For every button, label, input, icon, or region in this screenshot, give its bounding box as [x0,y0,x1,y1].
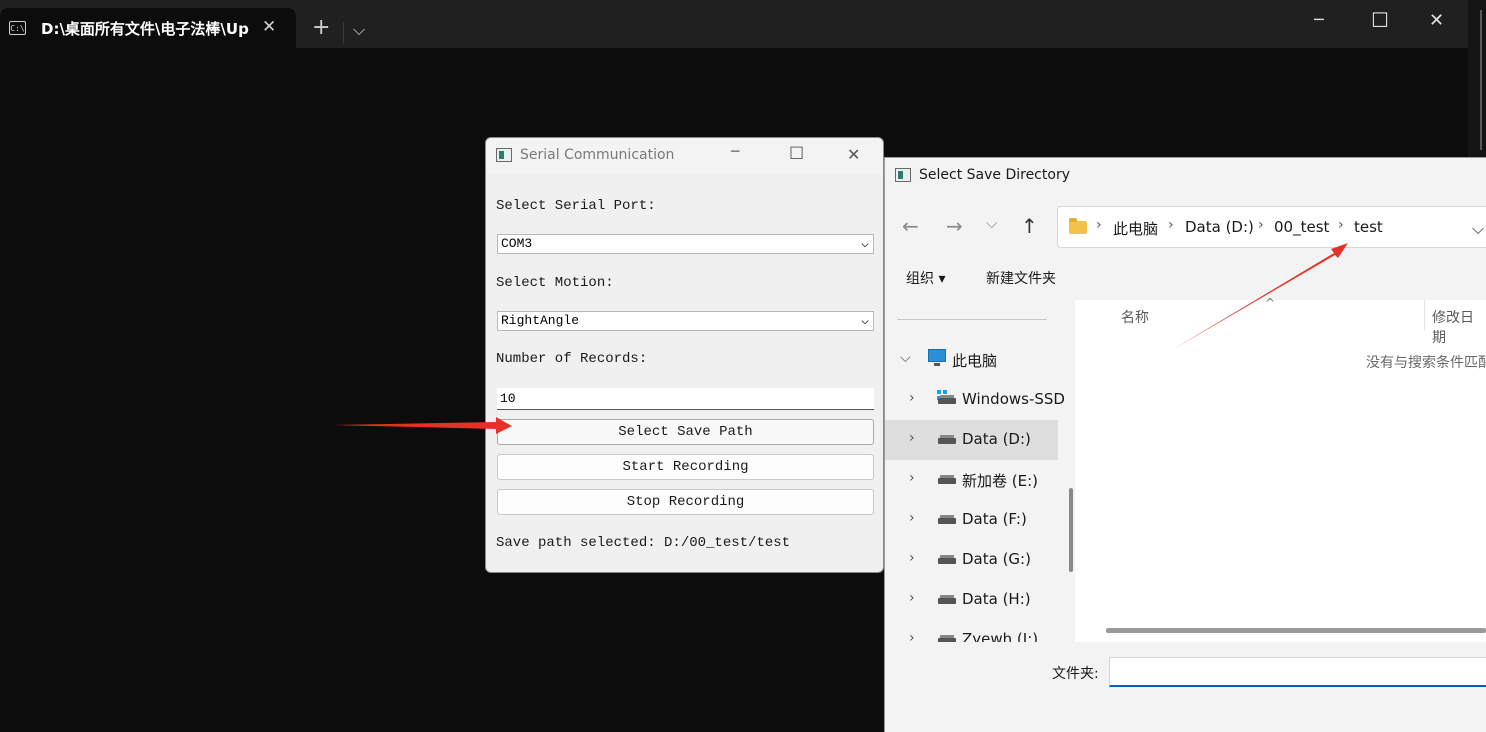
start-recording-button[interactable]: Start Recording [497,454,874,480]
tree-item-data-h[interactable]: › Data (H:) [885,580,1058,620]
select-save-path-button[interactable]: Select Save Path [497,419,874,445]
folder-name-input[interactable] [1109,657,1486,687]
breadcrumb-test[interactable]: test [1354,218,1383,236]
address-bar[interactable]: › 此电脑 › Data (D:) › 00_test › test ⌵ [1057,206,1486,248]
breadcrumb-data-d[interactable]: Data (D:) [1185,218,1254,236]
chevron-down-icon[interactable]: ⌵ [353,20,365,40]
chevron-down-icon: ⌵ [861,236,869,251]
computer-icon [928,349,946,366]
app-icon [895,168,911,182]
tree-item-i[interactable]: › Zyewh (I:) [885,620,1058,642]
stop-recording-button[interactable]: Stop Recording [497,489,874,515]
breadcrumb-separator: › [1338,217,1344,233]
serial-communication-window: Serial Communication ─ ☐ ✕ Select Serial… [485,137,884,573]
serial-port-select[interactable]: COM3 ⌵ [497,234,874,254]
drive-icon [938,435,956,444]
tree-item-label: 新加卷 (E:) [962,472,1039,490]
terminal-tab-title: D:\桌面所有文件\电子法棒\Up [41,20,249,38]
breadcrumb-separator: › [1258,217,1264,233]
dialog-title: Select Save Directory [919,167,1070,183]
dialog-toolbar: 组织 ▾ 新建文件夹 [885,254,1486,301]
tree-item-e[interactable]: › 新加卷 (E:) [885,460,1058,500]
tree-item-label: Data (G:) [962,550,1031,568]
tree-item-data-g[interactable]: › Data (G:) [885,540,1058,580]
drive-icon [938,555,956,564]
app-icon [496,148,512,162]
column-header-modified[interactable]: 修改日期 [1432,307,1486,347]
organize-menu[interactable]: 组织 ▾ [906,268,945,288]
tree-item-label: Windows-SSD [962,390,1065,408]
navigation-pane: ⌵ 此电脑 › Windows-SSD › Data (D:) › 新加卷 (E… [885,300,1075,642]
minimize-button[interactable]: ─ [1314,10,1324,29]
navigation-scrollbar[interactable] [1069,488,1073,572]
chevron-right-icon[interactable]: › [909,630,915,642]
folder-label: 文件夹: [1052,666,1099,682]
column-header-name[interactable]: 名称 [1121,307,1149,327]
tree-item-label: Data (D:) [962,430,1031,448]
empty-folder-message: 没有与搜索条件匹配的项。 [1366,355,1486,371]
dialog-navigation-bar: ← → ⌵ ↑ › 此电脑 › Data (D:) › 00_test › te… [885,194,1486,254]
column-separator[interactable] [1424,300,1425,330]
close-window-button[interactable]: ✕ [1429,10,1444,31]
back-arrow-icon[interactable]: ← [902,214,919,238]
maximize-button[interactable]: ☐ [1371,8,1389,32]
motion-label: Select Motion: [496,275,614,291]
serial-close-button[interactable]: ✕ [847,145,860,164]
serial-window-title: Serial Communication [520,147,675,163]
terminal-titlebar: C:\ D:\桌面所有文件\电子法棒\Up ✕ + ⌵ ─ ☐ ✕ [0,0,1468,48]
serial-maximize-button[interactable]: ☐ [789,144,804,164]
tree-item-data-f[interactable]: › Data (F:) [885,500,1058,540]
chevron-down-icon[interactable]: ⌵ [1472,219,1484,239]
divider [897,319,1047,320]
breadcrumb-separator: › [1096,217,1102,233]
breadcrumb-separator: › [1168,217,1174,233]
tree-item-windows-ssd[interactable]: › Windows-SSD [885,380,1065,420]
tree-item-data-d[interactable]: › Data (D:) [885,420,1058,460]
chevron-down-icon[interactable]: ⌵ [900,350,911,366]
chevron-right-icon[interactable]: › [909,430,915,446]
drive-icon [938,475,956,484]
chevron-right-icon[interactable]: › [909,590,915,606]
chevron-right-icon[interactable]: › [909,390,915,406]
new-folder-button[interactable]: 新建文件夹 [986,268,1056,288]
save-path-status: Save path selected: D:/00_test/test [496,535,791,551]
breadcrumb-this-pc[interactable]: 此电脑 [1113,218,1158,239]
serial-minimize-button[interactable]: ─ [731,144,739,160]
drive-icon [938,515,956,524]
dialog-bottom-bar: 文件夹: [885,642,1486,732]
tree-item-this-pc[interactable]: ⌵ 此电脑 [885,340,1058,380]
horizontal-scrollbar[interactable] [1106,628,1486,633]
new-tab-button[interactable]: + [312,14,330,42]
tree-item-label: Data (F:) [962,510,1027,528]
terminal-icon: C:\ [9,21,26,35]
chevron-right-icon[interactable]: › [909,550,915,566]
tree-item-label: 此电脑 [952,352,998,370]
chevron-right-icon[interactable]: › [909,510,915,526]
close-tab-icon[interactable]: ✕ [262,17,276,37]
recent-locations-icon[interactable]: ⌵ [986,214,997,232]
motion-select[interactable]: RightAngle ⌵ [497,311,874,331]
file-list-pane[interactable]: ^ 名称 修改日期 没有与搜索条件匹配的项。 [1082,296,1486,642]
terminal-tab[interactable]: C:\ D:\桌面所有文件\电子法棒\Up ✕ [0,8,296,48]
sort-ascending-icon: ^ [1265,296,1276,310]
forward-arrow-icon[interactable]: → [946,214,963,238]
serial-port-label: Select Serial Port: [496,198,656,214]
dialog-titlebar: Select Save Directory [885,158,1486,194]
breadcrumb-00-test[interactable]: 00_test [1274,218,1329,236]
up-arrow-icon[interactable]: ↑ [1021,214,1038,238]
chevron-down-icon: ⌵ [861,313,869,328]
serial-port-value: COM3 [501,236,533,251]
motion-value: RightAngle [501,313,580,328]
tree-item-label: Zyewh (I:) [962,630,1039,642]
select-save-directory-dialog: Select Save Directory ← → ⌵ ↑ › 此电脑 › Da… [884,157,1486,732]
folder-icon [1069,218,1087,234]
serial-titlebar: Serial Communication ─ ☐ ✕ [486,138,883,174]
chevron-right-icon[interactable]: › [909,470,915,486]
records-label: Number of Records: [496,351,648,367]
drive-icon [938,595,956,604]
tree-item-label: Data (H:) [962,590,1031,608]
tab-separator [343,22,344,44]
drive-icon [938,395,956,404]
records-input[interactable]: 10 [497,388,874,410]
